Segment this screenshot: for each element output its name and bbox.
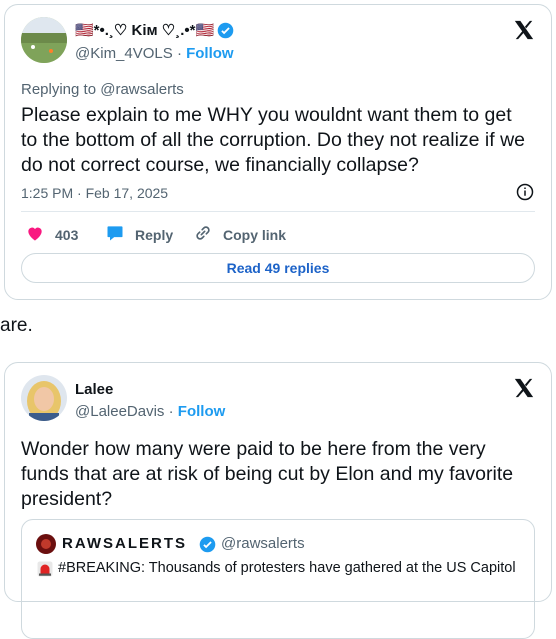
quote-handle: @rawsalerts [221, 535, 305, 552]
x-logo-icon[interactable] [513, 19, 535, 41]
user-handle[interactable]: @Kim_4VOLS [75, 45, 173, 62]
reply-label: Reply [135, 226, 174, 243]
quoted-tweet[interactable]: RAWSALERTS @rawsalerts #BREAKING: Thousa… [21, 519, 535, 639]
follow-button[interactable]: Follow [186, 45, 234, 62]
info-icon[interactable] [516, 183, 534, 206]
display-name[interactable]: Lalee [75, 381, 113, 398]
body-text-fragment: are. [0, 315, 33, 336]
tweet-text: Please explain to me WHY you wouldnt wan… [21, 104, 526, 176]
divider [21, 211, 535, 212]
user-handle[interactable]: @LaleeDavis [75, 403, 164, 420]
x-logo-icon[interactable] [513, 377, 535, 399]
separator: · [176, 45, 182, 62]
replying-prefix: Replying to [21, 81, 97, 98]
timestamp[interactable]: 1:25 PM · Feb 17, 2025 [21, 185, 168, 201]
replying-to-handle[interactable]: @rawsalerts [100, 81, 184, 98]
tweet-embed-lalee: Lalee @LaleeDavis · Follow Wonder how ma… [4, 362, 552, 639]
separator: · [168, 403, 174, 420]
avatar[interactable] [21, 375, 67, 421]
siren-icon [36, 560, 54, 583]
avatar[interactable] [21, 17, 67, 63]
reply-button[interactable]: Reply [105, 223, 173, 246]
copy-link-label: Copy link [223, 226, 287, 243]
tweet-embed-kim: 🇺🇸*•.¸♡ Kім ♡¸.•*🇺🇸 @Kim_4VOLS · Follow … [4, 4, 552, 300]
verified-badge-icon [217, 22, 234, 44]
reply-bubble-icon [105, 223, 135, 246]
copy-link-button[interactable]: Copy link [193, 223, 286, 246]
quote-avatar [36, 534, 56, 559]
tweet-text: Wonder how many were paid to be here fro… [21, 438, 514, 510]
heart-icon [25, 223, 55, 246]
display-name[interactable]: 🇺🇸*•.¸♡ Kім ♡¸.•*🇺🇸 [75, 21, 214, 39]
verified-badge-icon [199, 536, 216, 558]
read-replies-button[interactable]: Read 49 replies [21, 253, 535, 283]
like-count: 403 [55, 226, 79, 243]
like-button[interactable]: 403 [25, 223, 78, 246]
quote-display-name: RAWSALERTS [62, 535, 187, 552]
follow-button[interactable]: Follow [178, 403, 226, 420]
quote-text: #BREAKING: Thousands of protesters have … [58, 560, 516, 576]
link-icon [193, 223, 223, 246]
